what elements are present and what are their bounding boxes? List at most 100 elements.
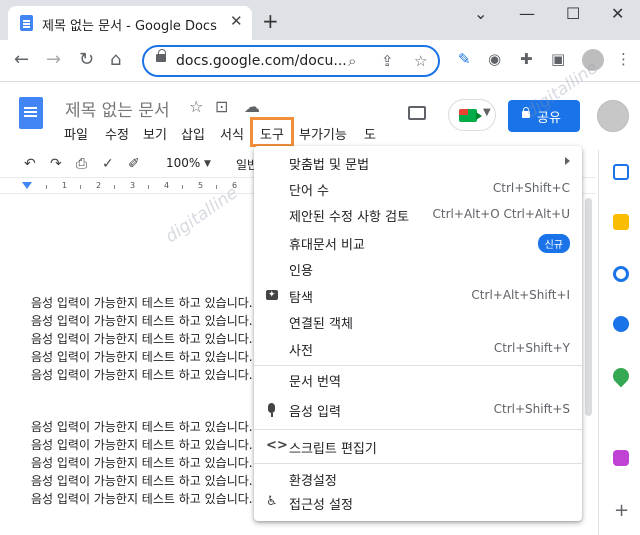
menu-view[interactable]: 보기 [143, 124, 167, 143]
reload-icon[interactable]: ↻ [79, 49, 94, 70]
menu-addons[interactable]: 부가기능 [299, 124, 347, 143]
menu-item-spelling-grammar[interactable]: 맞춤법 및 문법 [254, 150, 582, 176]
text-line[interactable]: 음성 입력이 가능한지 테스트 하고 있습니다. [31, 348, 271, 366]
menu-item-voice-typing[interactable]: 음성 입력 Ctrl+Shift+S [254, 397, 582, 423]
maps-icon[interactable] [609, 364, 633, 388]
paragraph-2[interactable]: 음성 입력이 가능한지 테스트 하고 있습니다. 음성 입력이 가능한지 테스트… [31, 418, 271, 508]
menu-file[interactable]: 파일 [64, 124, 88, 143]
menu-insert[interactable]: 삽입 [181, 124, 205, 143]
zoom-caret-icon[interactable]: ▼ [204, 159, 211, 169]
bookmark-star-icon[interactable]: ☆ [414, 52, 427, 70]
cloud-status-icon[interactable]: ☁ [244, 97, 260, 116]
text-line[interactable]: 음성 입력이 가능한지 테스트 하고 있습니다. [31, 454, 271, 472]
share-page-icon[interactable]: ⇪ [381, 52, 394, 70]
menu-item-preferences[interactable]: 환경설정 [254, 466, 582, 492]
menu-item-label: 스크립트 편집기 [289, 442, 377, 457]
new-badge: 신규 [537, 234, 570, 253]
menu-item-label: 제안된 수정 사항 검토 [289, 210, 410, 225]
menu-item-label: 음성 입력 [289, 405, 341, 420]
menu-item-word-count[interactable]: 단어 수 Ctrl+Shift+C [254, 176, 582, 202]
text-line[interactable]: 음성 입력이 가능한지 테스트 하고 있습니다. [31, 312, 271, 330]
paragraph-1[interactable]: 음성 입력이 가능한지 테스트 하고 있습니다. 음성 입력이 가능한지 테스트… [31, 294, 271, 384]
menu-item-accessibility[interactable]: ♿ 접근성 설정 [254, 490, 582, 516]
menu-item-label: 휴대문서 비교 [289, 238, 365, 253]
text-line[interactable]: 음성 입력이 가능한지 테스트 하고 있습니다. [31, 418, 271, 436]
ruler-number: 4 [164, 181, 170, 190]
docs-favicon-icon [20, 15, 33, 31]
lock-icon [156, 49, 166, 62]
menu-item-review-suggestions[interactable]: 제안된 수정 사항 검토 Ctrl+Alt+O Ctrl+Alt+U [254, 202, 582, 228]
undo-icon[interactable]: ↶ [24, 156, 36, 172]
menu-item-label: 단어 수 [289, 184, 330, 199]
menu-item-shortcut: Ctrl+Shift+S [493, 402, 570, 416]
docs-logo-icon[interactable] [19, 97, 43, 129]
ruler-tick [46, 185, 47, 189]
more-menu-icon[interactable]: ⋮ [616, 50, 631, 68]
side-panel-icon[interactable]: ▣ [551, 50, 565, 68]
menu-item-linked-objects[interactable]: 연결된 객체 [254, 309, 582, 335]
menu-item-label: 인용 [289, 264, 313, 279]
move-folder-icon[interactable]: ⊡ [215, 97, 228, 116]
star-icon[interactable]: ☆ [189, 97, 203, 116]
text-line[interactable]: 음성 입력이 가능한지 테스트 하고 있습니다. [31, 330, 271, 348]
menu-item-compare-documents[interactable]: 휴대문서 비교 신규 [254, 230, 582, 256]
new-tab-button[interactable]: + [262, 9, 279, 33]
text-line[interactable]: 음성 입력이 가능한지 테스트 하고 있습니다. [31, 366, 271, 384]
comment-history-icon[interactable] [408, 106, 426, 120]
document-title[interactable]: 제목 없는 문서 [65, 96, 170, 121]
tasks-icon[interactable] [613, 266, 629, 282]
indent-marker[interactable] [22, 182, 32, 189]
browser-tab[interactable]: 제목 없는 문서 - Google Docs ✕ [8, 6, 252, 40]
menu-item-label: 사전 [289, 344, 313, 359]
calendar-icon[interactable] [613, 164, 629, 180]
caret-down-icon: ▼ [483, 107, 491, 118]
menu-help[interactable]: 도 [364, 124, 376, 143]
ruler-tick [80, 185, 81, 189]
menu-item-shortcut: Ctrl+Alt+O Ctrl+Alt+U [432, 207, 570, 221]
menu-item-script-editor[interactable]: <> 스크립트 편집기 [254, 434, 582, 460]
menu-item-explore[interactable]: ✦ 탐색 Ctrl+Alt+Shift+I [254, 283, 582, 309]
menu-divider [254, 429, 582, 430]
menu-item-label: 문서 번역 [289, 375, 341, 390]
menu-edit[interactable]: 수정 [105, 124, 129, 143]
tab-close-icon[interactable]: ✕ [230, 12, 243, 30]
print-icon[interactable]: ⎙ [76, 156, 87, 172]
ruler-number: 2 [96, 181, 102, 190]
extension-film-icon[interactable]: ◉ [488, 50, 501, 68]
keep-icon[interactable] [613, 214, 629, 230]
ruler-number: 3 [130, 181, 136, 190]
forward-icon[interactable]: → [46, 49, 61, 70]
text-line[interactable]: 음성 입력이 가능한지 테스트 하고 있습니다. [31, 472, 271, 490]
spellcheck-icon[interactable]: ✓ [102, 156, 114, 172]
close-window-button[interactable]: ✕ [611, 4, 624, 23]
text-line[interactable]: 음성 입력이 가능한지 테스트 하고 있습니다. [31, 490, 271, 508]
maximize-button[interactable]: ☐ [566, 4, 580, 23]
menu-format[interactable]: 서식 [220, 124, 244, 143]
document-scrollbar[interactable] [585, 198, 592, 416]
contacts-icon[interactable] [613, 316, 629, 332]
back-icon[interactable]: ← [14, 49, 29, 70]
addon-unicorn-icon[interactable] [613, 450, 629, 466]
ruler-number: 1 [62, 181, 68, 190]
ruler-tick [148, 185, 149, 189]
search-icon[interactable]: ⌕ [348, 52, 356, 70]
menu-divider [254, 463, 582, 464]
extension-pen-icon[interactable]: ✎ [458, 50, 471, 68]
menu-item-translate-document[interactable]: 문서 번역 [254, 367, 582, 393]
meet-button[interactable]: ▼ [448, 99, 496, 131]
text-line[interactable]: 음성 입력이 가능한지 테스트 하고 있습니다. [31, 294, 271, 312]
home-icon[interactable]: ⌂ [110, 49, 121, 70]
extensions-puzzle-icon[interactable]: ✚ [520, 50, 533, 68]
address-bar[interactable]: docs.google.com/docu... ⌕ ⇪ ☆ [142, 45, 440, 77]
menu-item-shortcut: Ctrl+Shift+C [492, 181, 570, 195]
redo-icon[interactable]: ↷ [50, 156, 62, 172]
paint-format-icon[interactable]: ✐ [128, 156, 140, 172]
text-line[interactable]: 음성 입력이 가능한지 테스트 하고 있습니다. [31, 436, 271, 454]
minimize-button[interactable]: — [519, 4, 535, 23]
account-avatar[interactable] [597, 100, 629, 132]
menu-item-citations[interactable]: 인용 [254, 256, 582, 282]
add-addon-icon[interactable]: + [614, 500, 629, 521]
menu-item-dictionary[interactable]: 사전 Ctrl+Shift+Y [254, 336, 582, 362]
tab-search-icon[interactable]: ⌄ [474, 4, 487, 23]
zoom-select[interactable]: 100% [166, 156, 200, 170]
